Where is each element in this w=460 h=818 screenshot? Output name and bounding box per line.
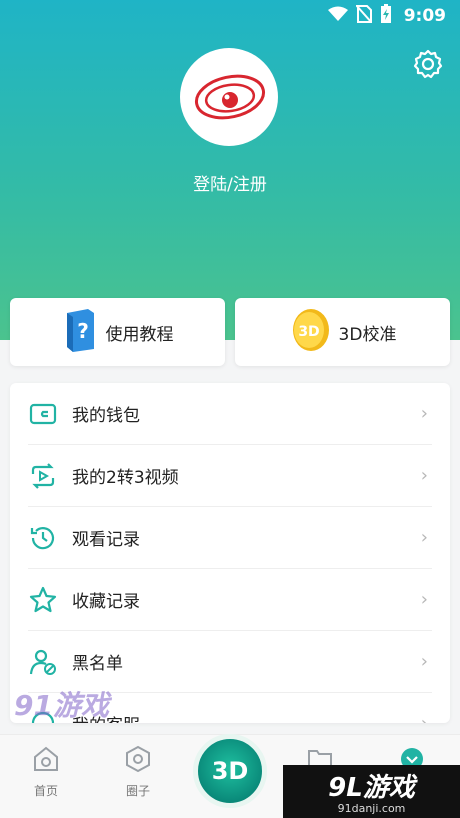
watermark-domain: 91danji.com (337, 802, 406, 815)
avatar[interactable] (180, 48, 278, 146)
3d-coin-icon: 3D (289, 307, 331, 358)
menu-item-watch-history[interactable]: 观看记录 › (28, 507, 432, 569)
watermark-logo-left: 91游戏 (14, 689, 109, 722)
settings-gear-icon[interactable] (412, 48, 444, 80)
menu-label: 我的2转3视频 (72, 468, 179, 488)
blocked-user-icon (28, 647, 58, 677)
menu-item-wallet[interactable]: 我的钱包 › (28, 383, 432, 445)
menu-item-converted-videos[interactable]: 我的2转3视频 › (28, 445, 432, 507)
chevron-right-icon: › (420, 651, 428, 672)
watermark-title: 9L游戏 (328, 773, 415, 803)
tab-label: 圈子 (125, 784, 150, 798)
status-bar: 9:09 (0, 0, 460, 32)
tab-label: 首页 (33, 784, 58, 798)
chevron-right-icon: › (420, 465, 428, 486)
no-sim-icon (354, 3, 373, 28)
chevron-right-icon: › (420, 403, 428, 424)
convert-video-icon (28, 461, 58, 491)
menu-label: 我的钱包 (72, 406, 140, 426)
question-book-icon: ? (62, 307, 98, 358)
menu-label: 观看记录 (72, 530, 140, 550)
watermark-logo-right: 9L游戏 91danji.com (283, 765, 460, 818)
calibration-3d-button[interactable]: 3D 3D校准 (235, 298, 450, 366)
tutorial-label: 使用教程 (105, 324, 174, 345)
battery-charging-icon (380, 3, 392, 29)
status-time: 9:09 (403, 6, 446, 26)
svg-text:3D: 3D (298, 324, 319, 340)
history-icon (28, 523, 58, 553)
chevron-right-icon: › (420, 589, 428, 610)
calibration-label: 3D校准 (338, 324, 397, 345)
center-3d-button[interactable]: 3D (193, 734, 267, 808)
wifi-icon (327, 6, 348, 27)
eye-logo-icon (194, 74, 266, 120)
login-register-link[interactable]: 登陆/注册 (0, 170, 460, 195)
svg-text:?: ? (77, 319, 89, 343)
menu-item-favorites[interactable]: 收藏记录 › (28, 569, 432, 631)
chevron-right-icon: › (420, 527, 428, 548)
tab-home[interactable]: 首页 (16, 745, 76, 799)
menu-label: 收藏记录 (72, 592, 140, 612)
wallet-icon (28, 399, 58, 429)
home-icon (34, 746, 58, 771)
chevron-right-icon: › (421, 713, 428, 723)
star-icon (28, 585, 58, 615)
tutorial-button[interactable]: ? 使用教程 (10, 298, 225, 366)
center-3d-label: 3D (211, 757, 249, 785)
menu-label: 黑名单 (72, 654, 123, 674)
menu-list: 我的钱包 › 我的2转3视频 › 观看记录 › 收藏记录 › 黑名单 › 我的客… (10, 383, 450, 723)
hexagon-icon (126, 745, 150, 773)
tab-circle[interactable]: 圈子 (108, 745, 168, 799)
